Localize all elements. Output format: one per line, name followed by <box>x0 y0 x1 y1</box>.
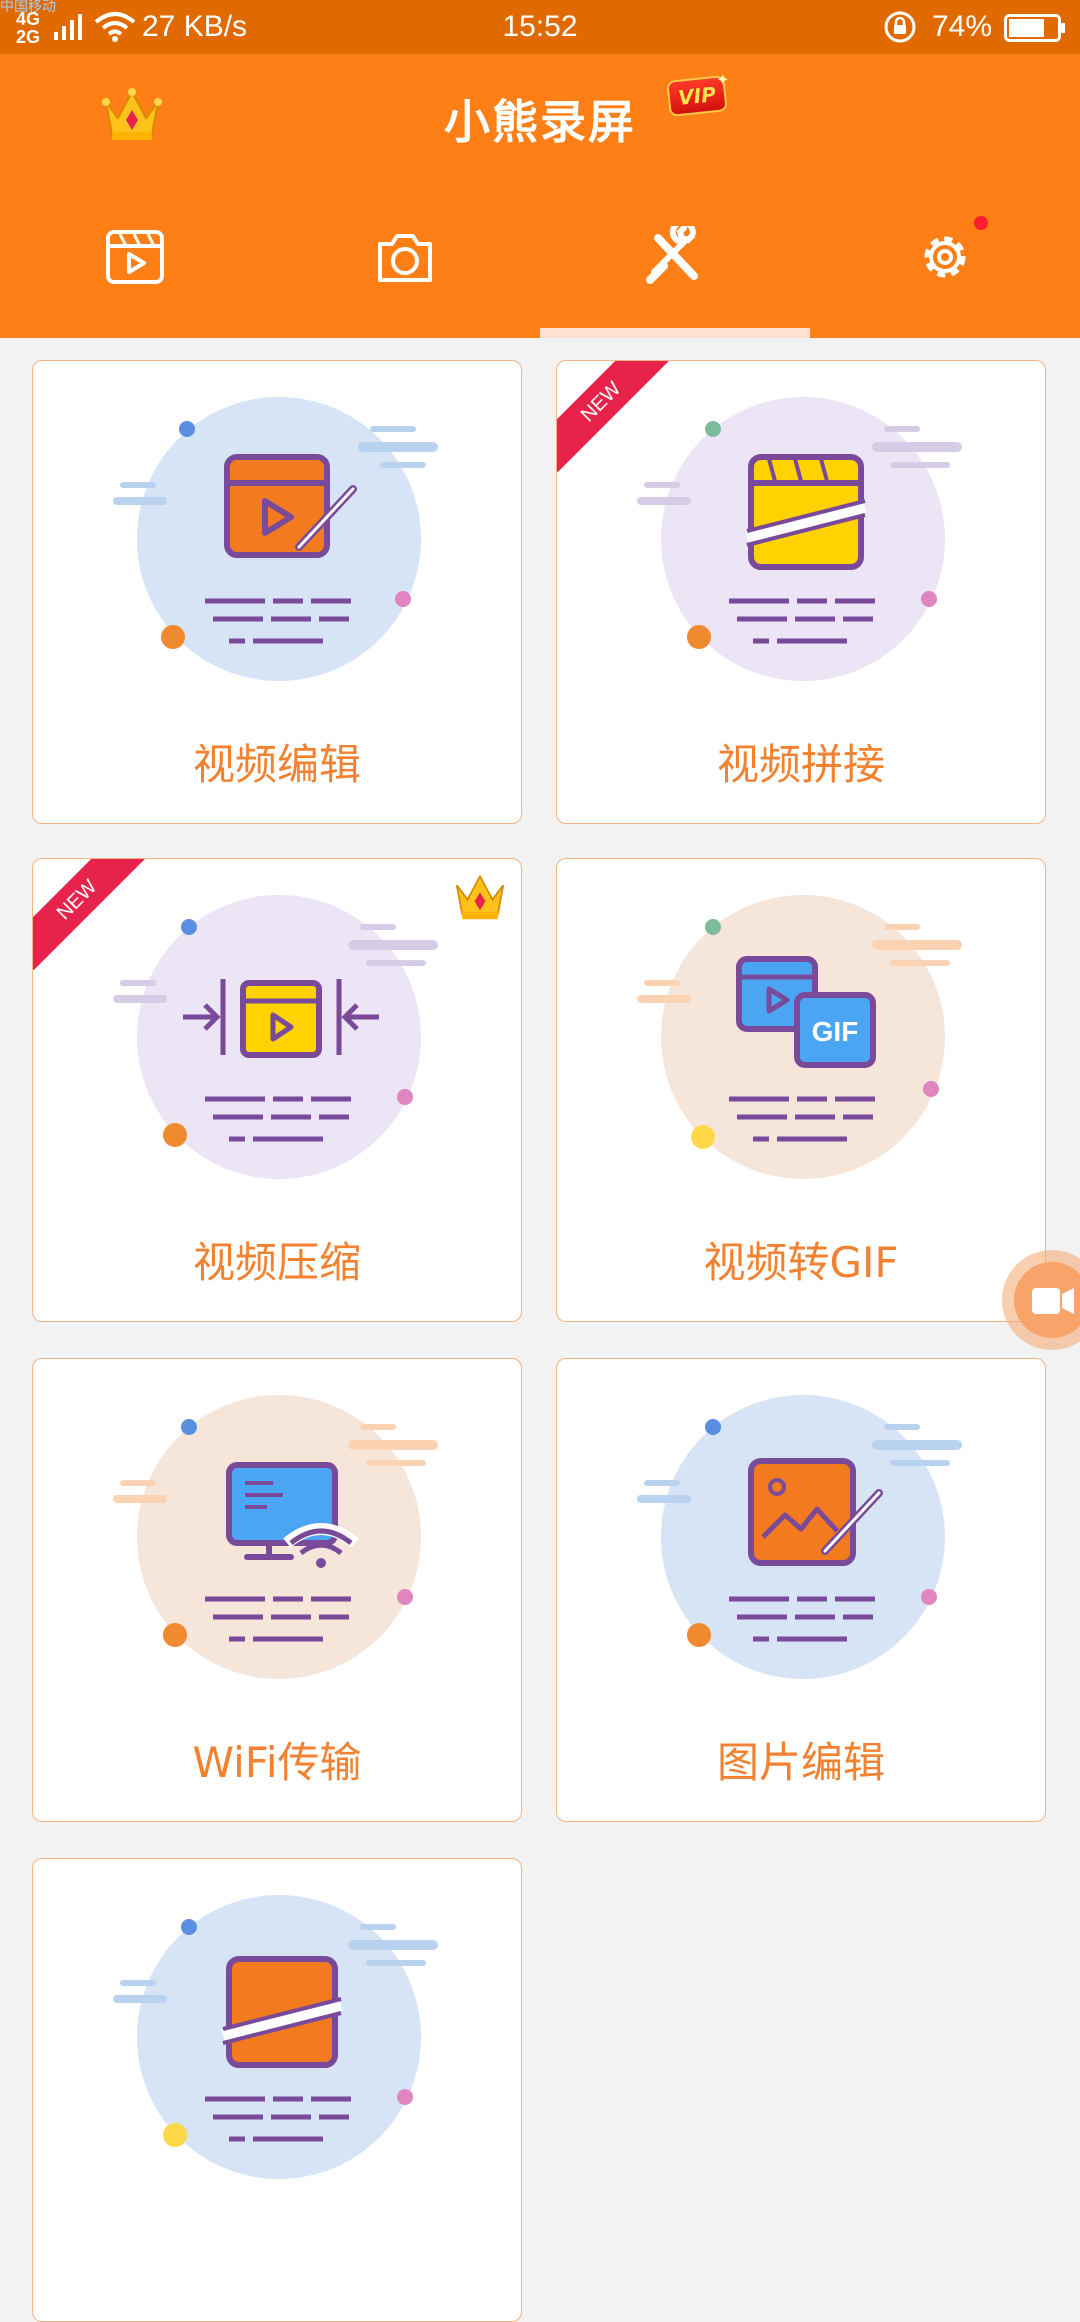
tab-tools[interactable] <box>540 212 810 298</box>
video-camera-icon <box>1032 1288 1074 1314</box>
settings-icon <box>924 236 966 278</box>
new-badge: NEW <box>557 361 677 481</box>
tab-videos[interactable] <box>0 212 270 298</box>
tool-label: 视频拼接 <box>716 740 885 789</box>
tool-card-wifi-transfer[interactable]: WiFi传输 <box>32 1358 522 1822</box>
tool-label: 图片编辑 <box>716 1738 885 1787</box>
video-list-icon <box>106 230 164 284</box>
clock: 15:52 <box>502 10 578 43</box>
app-header: 小熊录屏 VIP ✦ <box>0 54 1080 338</box>
camera-icon <box>378 234 432 282</box>
svg-text:GIF: GIF <box>812 1016 859 1047</box>
tools-icon <box>646 226 698 284</box>
tab-settings[interactable] <box>810 212 1080 298</box>
app-title: 小熊录屏 <box>444 95 636 149</box>
rotation-lock-icon <box>884 11 916 43</box>
tool-card-video-to-gif[interactable]: GIF 视频转GIF <box>556 858 1046 1322</box>
image-edit-icon <box>637 1419 962 1647</box>
sparkle-icon: ✦ <box>716 70 730 89</box>
new-badge: NEW <box>33 859 153 979</box>
tool-label: 视频压缩 <box>192 1238 361 1287</box>
tool-label: 视频转GIF <box>703 1238 899 1287</box>
tab-indicator <box>540 328 810 338</box>
video-edit-icon <box>113 421 438 649</box>
battery-percent: 74% <box>932 10 993 43</box>
premium-crown-icon <box>455 874 505 920</box>
battery-icon <box>1004 14 1065 42</box>
tool-card-image-edit[interactable]: 图片编辑 <box>556 1358 1046 1822</box>
wifi-transfer-icon <box>113 1419 438 1647</box>
tool-card-video-edit[interactable]: 视频编辑 <box>32 360 522 824</box>
tool-card-video-compress[interactable]: NEW 视频压缩 <box>32 858 522 1322</box>
notification-dot <box>974 216 988 230</box>
status-bar: 中国移动 4G 2G 27 KB/s 15:52 74% <box>0 0 1080 54</box>
tab-screenshot[interactable] <box>270 212 540 298</box>
tool-card-video-crop[interactable] <box>32 1858 522 2322</box>
tool-card-video-merge[interactable]: NEW 视频拼接 <box>556 360 1046 824</box>
floating-record-button[interactable] <box>1002 1250 1080 1350</box>
video-crop-icon <box>113 1919 438 2147</box>
gif-convert-icon: GIF <box>637 919 962 1149</box>
tool-label: WiFi传输 <box>192 1738 362 1787</box>
tool-label: 视频编辑 <box>192 740 361 789</box>
